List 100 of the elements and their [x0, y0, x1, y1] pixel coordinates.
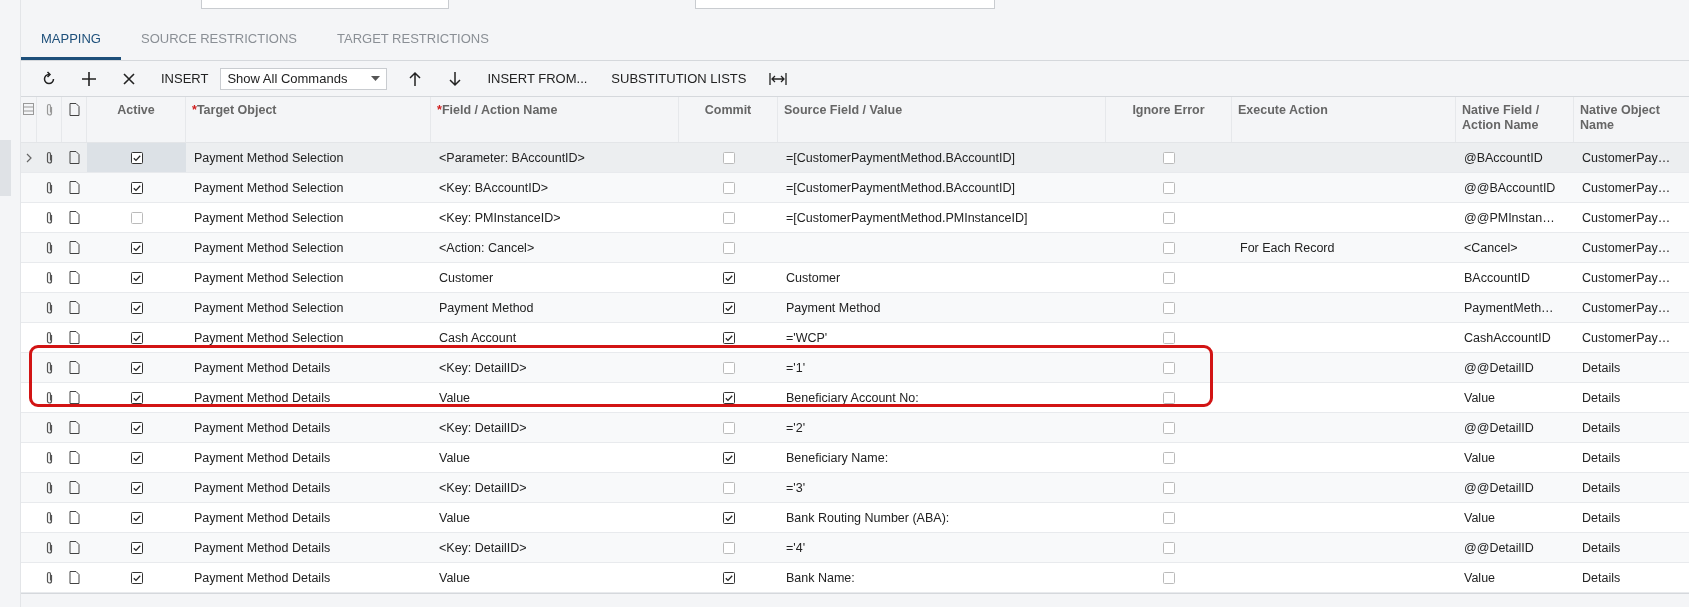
paperclip-icon[interactable]	[45, 300, 54, 315]
file-icon[interactable]	[69, 181, 80, 194]
checkbox[interactable]	[722, 361, 735, 374]
checkbox[interactable]	[722, 541, 735, 554]
paperclip-icon[interactable]	[45, 510, 54, 525]
paperclip-icon[interactable]	[45, 360, 54, 375]
checkbox[interactable]	[1163, 241, 1175, 254]
checkbox[interactable]	[1163, 271, 1175, 284]
checkbox[interactable]	[130, 541, 143, 554]
paperclip-icon[interactable]	[45, 240, 54, 255]
checkbox[interactable]	[1163, 211, 1175, 224]
substitution-lists-button[interactable]: SUBSTITUTION LISTS	[599, 63, 759, 94]
checkbox[interactable]	[130, 421, 143, 434]
paperclip-icon[interactable]	[45, 210, 54, 225]
checkbox[interactable]	[722, 241, 735, 254]
column-header[interactable]: Native Field / Action Name	[1456, 97, 1574, 142]
checkbox[interactable]	[1163, 451, 1175, 464]
file-icon[interactable]	[69, 391, 80, 404]
column-header[interactable]: Ignore Error	[1106, 97, 1232, 142]
checkbox[interactable]	[1163, 181, 1175, 194]
checkbox[interactable]	[722, 181, 735, 194]
checkbox[interactable]	[130, 301, 143, 314]
checkbox[interactable]	[722, 151, 735, 164]
table-cell-text: BAccountID	[1463, 269, 1531, 287]
file-icon[interactable]	[69, 421, 80, 434]
file-icon[interactable]	[69, 541, 80, 554]
checkbox[interactable]	[722, 571, 735, 584]
checkbox[interactable]	[1163, 541, 1175, 554]
column-header[interactable]: Execute Action	[1232, 97, 1456, 142]
checkbox[interactable]	[722, 451, 735, 464]
column-header[interactable]: Source Field / Value	[778, 97, 1106, 142]
file-icon[interactable]	[69, 151, 80, 164]
checkbox[interactable]	[722, 331, 735, 344]
file-icon[interactable]	[69, 481, 80, 494]
checkbox[interactable]	[722, 271, 735, 284]
column-header[interactable]: Active	[87, 97, 186, 142]
commands-dropdown[interactable]: Show All Commands	[220, 67, 388, 90]
checkbox[interactable]	[1163, 301, 1175, 314]
file-icon[interactable]	[69, 301, 80, 314]
column-header[interactable]: *Field / Action Name	[431, 97, 679, 142]
checkbox[interactable]	[130, 481, 143, 494]
tab[interactable]: SOURCE RESTRICTIONS	[120, 31, 317, 60]
paperclip-icon[interactable]	[45, 540, 54, 555]
table-cell-text: CustomerPay…	[1581, 209, 1672, 227]
checkbox[interactable]	[130, 211, 143, 224]
checkbox[interactable]	[130, 241, 143, 254]
checkbox[interactable]	[1163, 481, 1175, 494]
checkbox[interactable]	[722, 211, 735, 224]
checkbox[interactable]	[1163, 511, 1175, 524]
paperclip-icon[interactable]	[45, 150, 54, 165]
checkbox[interactable]	[722, 421, 735, 434]
checkbox[interactable]	[722, 301, 735, 314]
table-cell-text: ='2'	[785, 419, 807, 437]
file-icon[interactable]	[69, 571, 80, 584]
table-cell-text: <Key: BAccountID>	[438, 179, 550, 197]
checkbox[interactable]	[1163, 421, 1175, 434]
text-field[interactable]	[201, 0, 449, 9]
column-header[interactable]: Native Object Name	[1574, 97, 1689, 142]
checkbox[interactable]	[1163, 391, 1175, 404]
paperclip-icon[interactable]	[45, 480, 54, 495]
checkbox[interactable]	[130, 391, 143, 404]
tab[interactable]: TARGET RESTRICTIONS	[317, 31, 509, 60]
paperclip-icon[interactable]	[45, 450, 54, 465]
paperclip-icon[interactable]	[45, 180, 54, 195]
table-cell-text: Payment Method Selection	[193, 179, 345, 197]
checkbox[interactable]	[130, 361, 143, 374]
checkbox[interactable]	[1163, 571, 1175, 584]
column-header[interactable]: *Target Object	[186, 97, 431, 142]
dropdown-field[interactable]	[695, 0, 995, 9]
checkbox[interactable]	[722, 481, 735, 494]
checkbox[interactable]	[722, 391, 735, 404]
file-icon[interactable]	[69, 331, 80, 344]
file-icon[interactable]	[69, 511, 80, 524]
paperclip-icon[interactable]	[45, 330, 54, 345]
checkbox[interactable]	[130, 511, 143, 524]
file-icon[interactable]	[69, 271, 80, 284]
tab[interactable]: MAPPING	[21, 31, 121, 60]
checkbox[interactable]	[130, 151, 143, 164]
insert-button[interactable]: INSERT	[149, 63, 221, 94]
checkbox[interactable]	[130, 571, 143, 584]
insert-from-button[interactable]: INSERT FROM...	[475, 63, 600, 94]
table-cell-text: Customer	[438, 269, 495, 287]
paperclip-icon[interactable]	[45, 420, 54, 435]
file-icon[interactable]	[69, 241, 80, 254]
checkbox[interactable]	[130, 271, 143, 284]
checkbox[interactable]	[722, 511, 735, 524]
checkbox[interactable]	[1163, 361, 1175, 374]
paperclip-icon[interactable]	[45, 270, 54, 285]
checkbox[interactable]	[130, 181, 143, 194]
file-icon[interactable]	[69, 361, 80, 374]
checkbox[interactable]	[130, 451, 143, 464]
paperclip-icon[interactable]	[45, 570, 54, 585]
row-selector-icon[interactable]	[23, 103, 34, 115]
checkbox[interactable]	[130, 331, 143, 344]
file-icon[interactable]	[69, 451, 80, 464]
paperclip-icon[interactable]	[45, 390, 54, 405]
checkbox[interactable]	[1163, 331, 1175, 344]
checkbox[interactable]	[1163, 151, 1175, 164]
column-header[interactable]: Commit	[679, 97, 778, 142]
file-icon[interactable]	[69, 211, 80, 224]
